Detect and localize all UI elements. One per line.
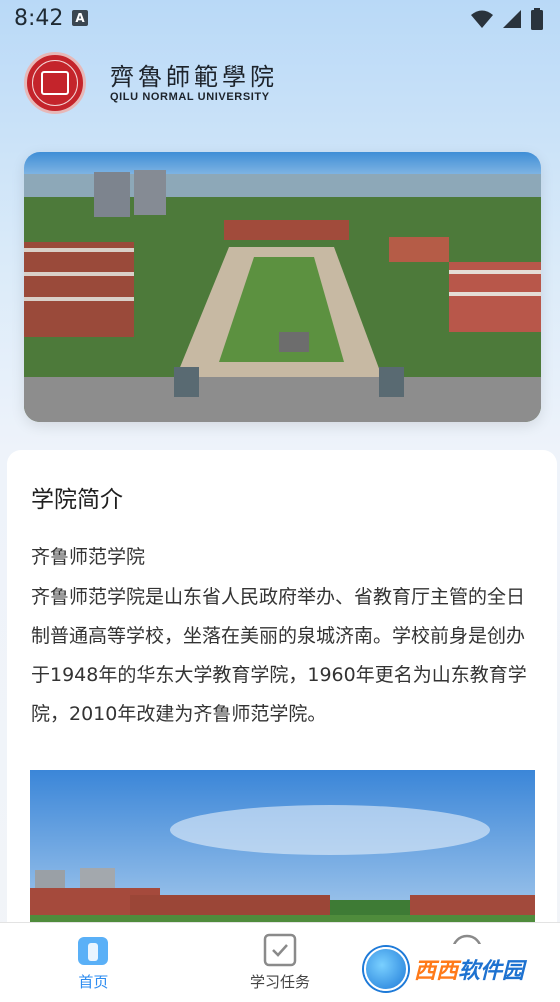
hero-campus-image[interactable] (24, 152, 541, 422)
watermark-text-b: 软件园 (458, 958, 525, 983)
tab-home[interactable]: 首页 (0, 923, 187, 1002)
watermark-logo-icon (364, 947, 408, 991)
campus-aerial-photo (24, 152, 541, 422)
tab-study-tasks-label: 学习任务 (250, 973, 311, 991)
university-seal-icon (24, 52, 86, 114)
signal-icon (503, 10, 521, 28)
logo-chinese-name: 齊魯師範學院 (110, 63, 278, 91)
home-icon (78, 937, 109, 965)
watermark-text-a: 西西 (414, 958, 459, 983)
university-logo: 齊魯師範學院 QILU NORMAL UNIVERSITY (24, 52, 278, 114)
wifi-icon (471, 10, 493, 28)
site-watermark: 西西软件园 (360, 944, 540, 994)
logo-english-name: QILU NORMAL UNIVERSITY (110, 91, 270, 103)
watermark-text: 西西软件园 (414, 953, 524, 985)
intro-subtitle: 齐鲁师范学院 (31, 546, 146, 568)
task-check-icon (263, 933, 297, 967)
status-icons (470, 8, 544, 30)
logo-wordmark: 齊魯師範學院 QILU NORMAL UNIVERSITY (110, 63, 278, 103)
intro-title: 学院简介 (31, 487, 123, 513)
tab-home-label: 首页 (78, 973, 109, 991)
tab-study-tasks[interactable]: 学习任务 (187, 923, 374, 1002)
status-bar: 8:42 A (0, 0, 560, 36)
intro-body: 齐鲁师范学院是山东省人民政府举办、省教育厅主管的全日制普通高等学校，坐落在美丽的… (31, 586, 527, 725)
battery-icon (531, 8, 543, 30)
status-time: 8:42 (14, 6, 64, 31)
notification-a-icon: A (72, 10, 88, 26)
intro-card: 学院简介 齐鲁师范学院 齐鲁师范学院是山东省人民政府举办、省教育厅主管的全日制普… (7, 450, 557, 970)
